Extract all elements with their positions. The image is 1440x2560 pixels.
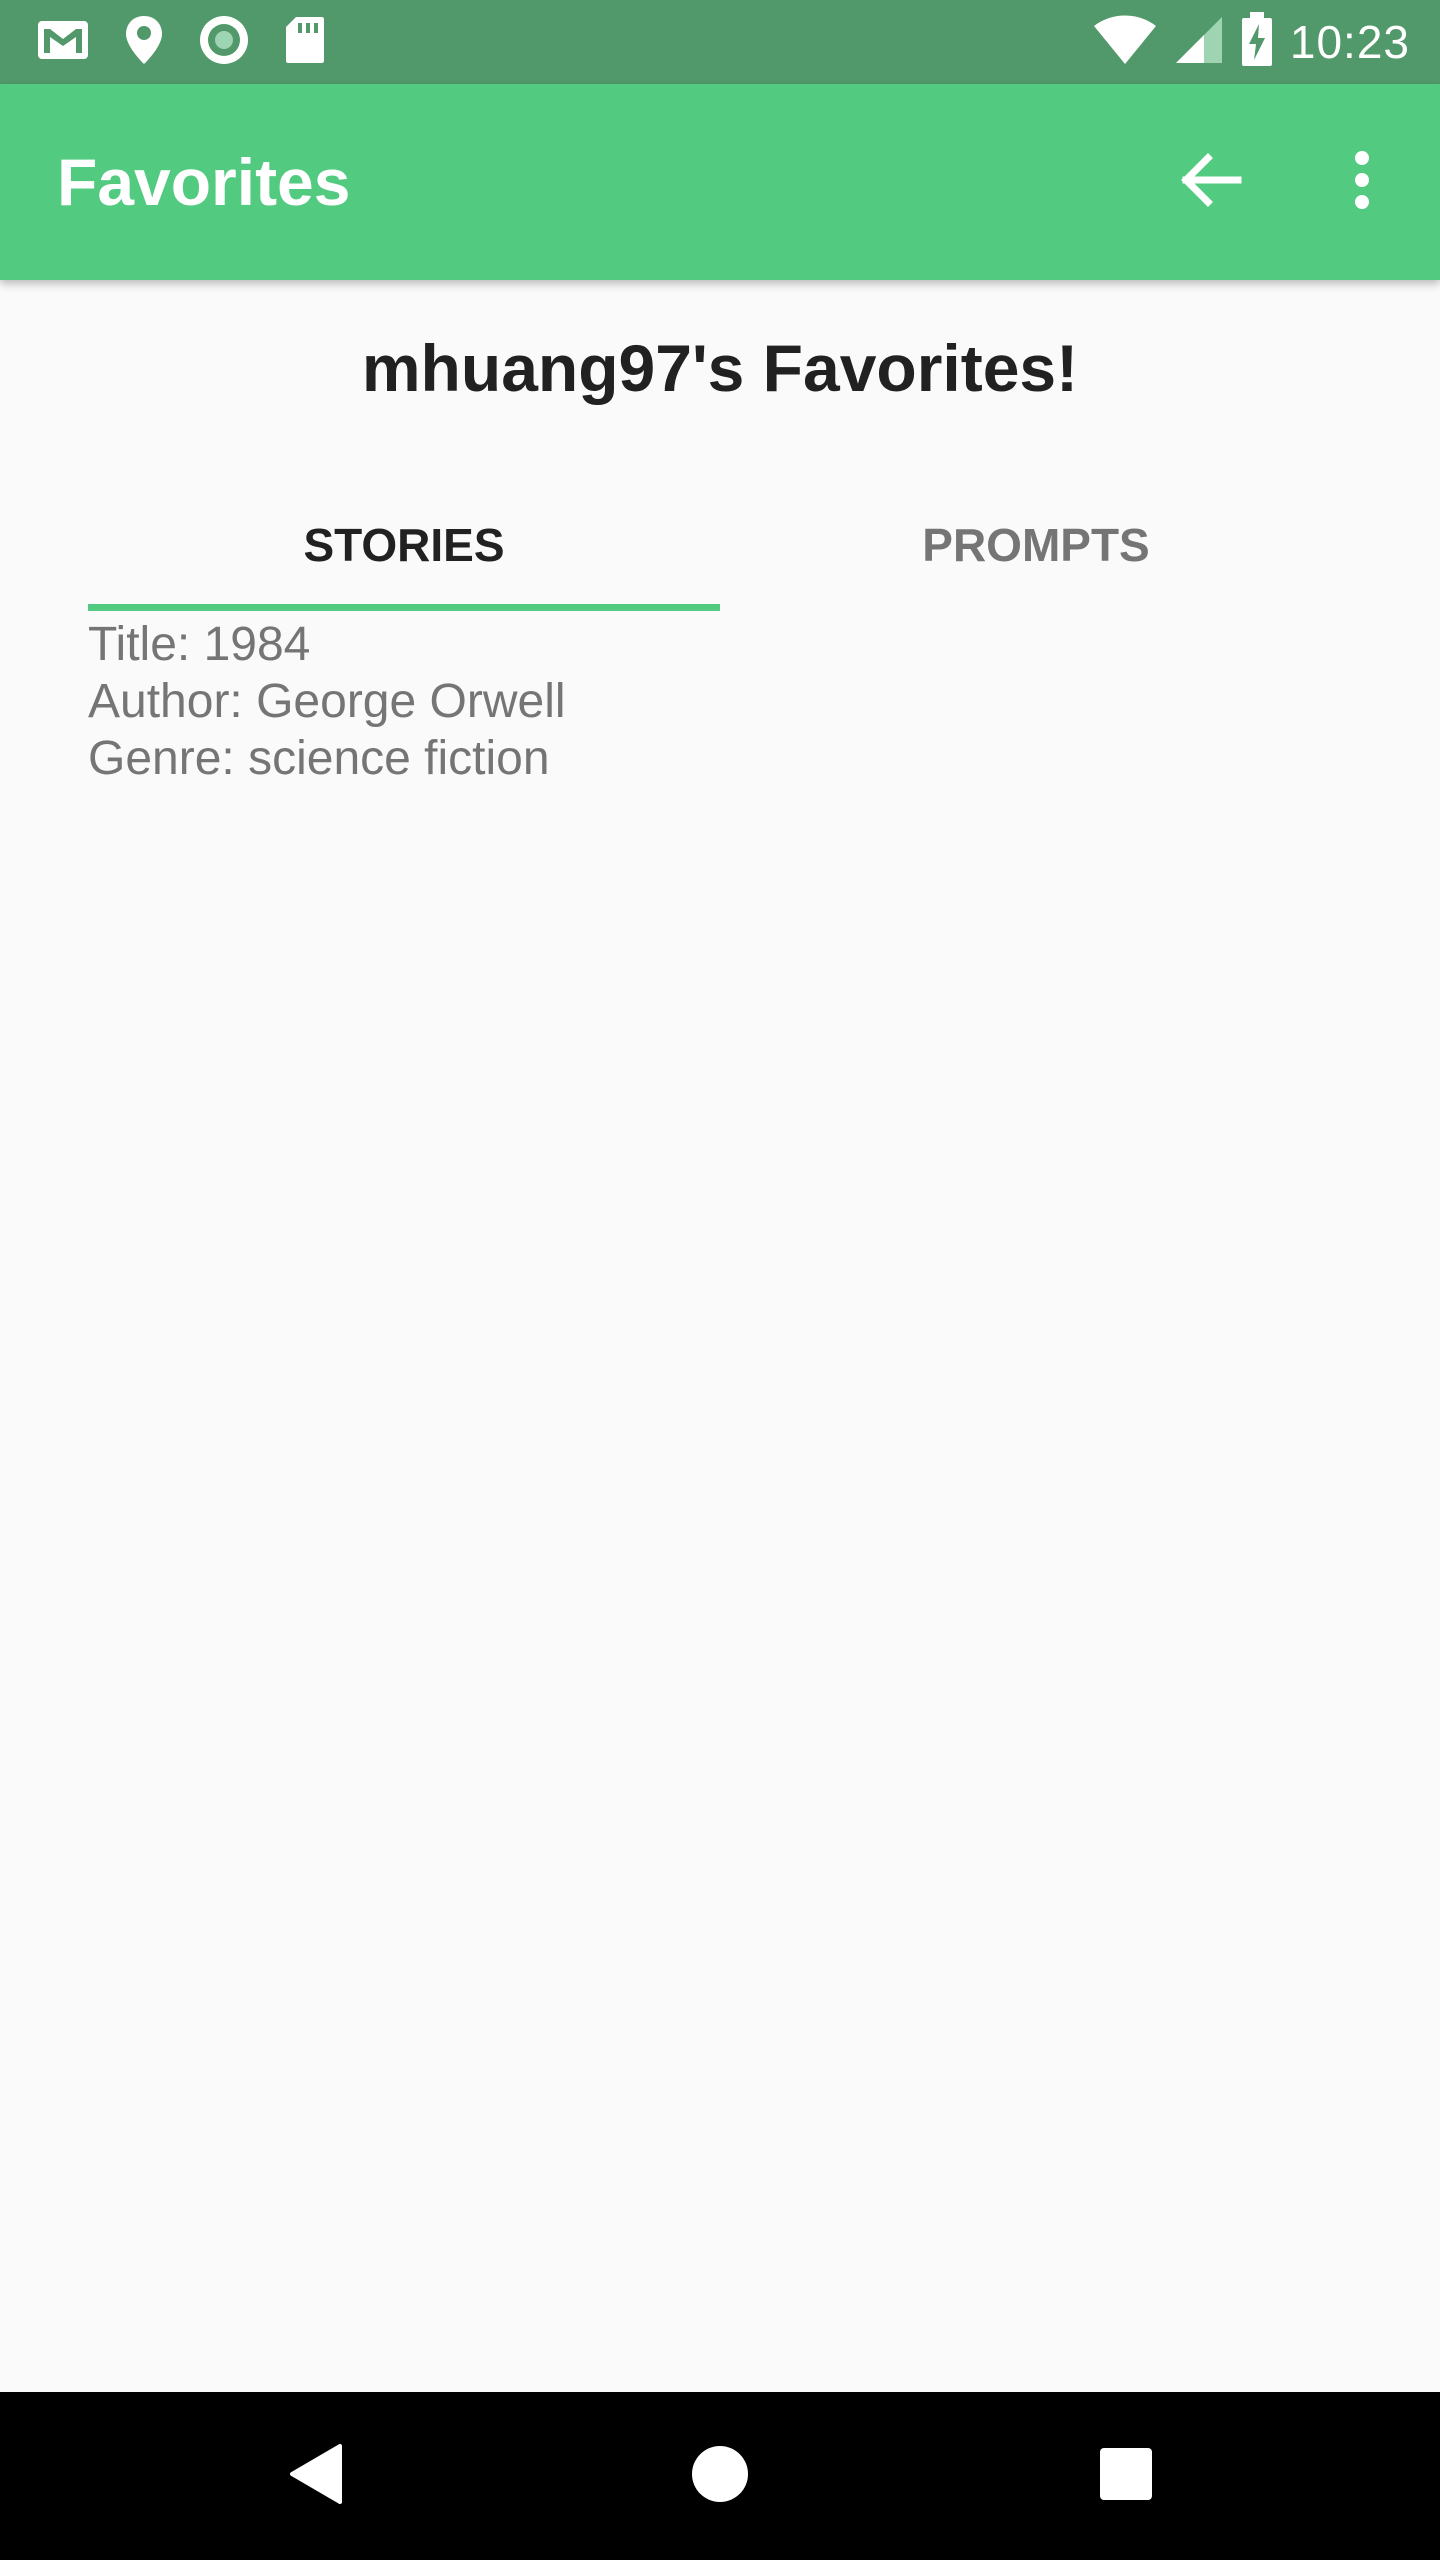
app-bar: Favorites [0, 84, 1440, 280]
status-time: 10:23 [1289, 16, 1410, 68]
back-button[interactable] [1170, 142, 1250, 222]
back-arrow-icon [1178, 152, 1242, 213]
gmail-icon [36, 19, 90, 66]
status-right-icons: 10:23 [1092, 11, 1410, 73]
sd-card-icon [284, 15, 326, 70]
nav-back-button[interactable] [266, 2426, 366, 2526]
nav-recents-button[interactable] [1076, 2426, 1176, 2526]
list-item[interactable]: Title: 1984 Author: George Orwell Genre:… [88, 616, 1088, 787]
more-vert-icon [1352, 150, 1372, 215]
battery-charging-icon [1240, 11, 1274, 73]
story-title: Title: 1984 [88, 618, 311, 671]
tab-indicator [88, 604, 720, 611]
tab-bar: STORIES PROMPTS [88, 480, 1352, 611]
location-pin-icon [124, 14, 164, 71]
nav-back-icon [286, 2442, 346, 2511]
page-title: mhuang97's Favorites! [361, 331, 1079, 405]
cell-signal-icon [1174, 15, 1224, 70]
wifi-icon [1092, 14, 1158, 71]
status-left-icons [36, 14, 326, 70]
tab-prompts[interactable]: PROMPTS [720, 480, 1352, 610]
nav-home-icon [690, 2444, 750, 2509]
record-circle-icon [198, 14, 250, 71]
overflow-menu-button[interactable] [1322, 142, 1402, 222]
story-genre: Genre: science fiction [88, 732, 550, 785]
status-bar: 10:23 [0, 0, 1440, 84]
app-title: Favorites [57, 145, 351, 219]
story-author: Author: George Orwell [88, 675, 566, 728]
system-nav-bar [0, 2392, 1440, 2560]
tab-stories[interactable]: STORIES [88, 480, 720, 610]
nav-recents-icon [1098, 2446, 1154, 2507]
nav-home-button[interactable] [670, 2426, 770, 2526]
